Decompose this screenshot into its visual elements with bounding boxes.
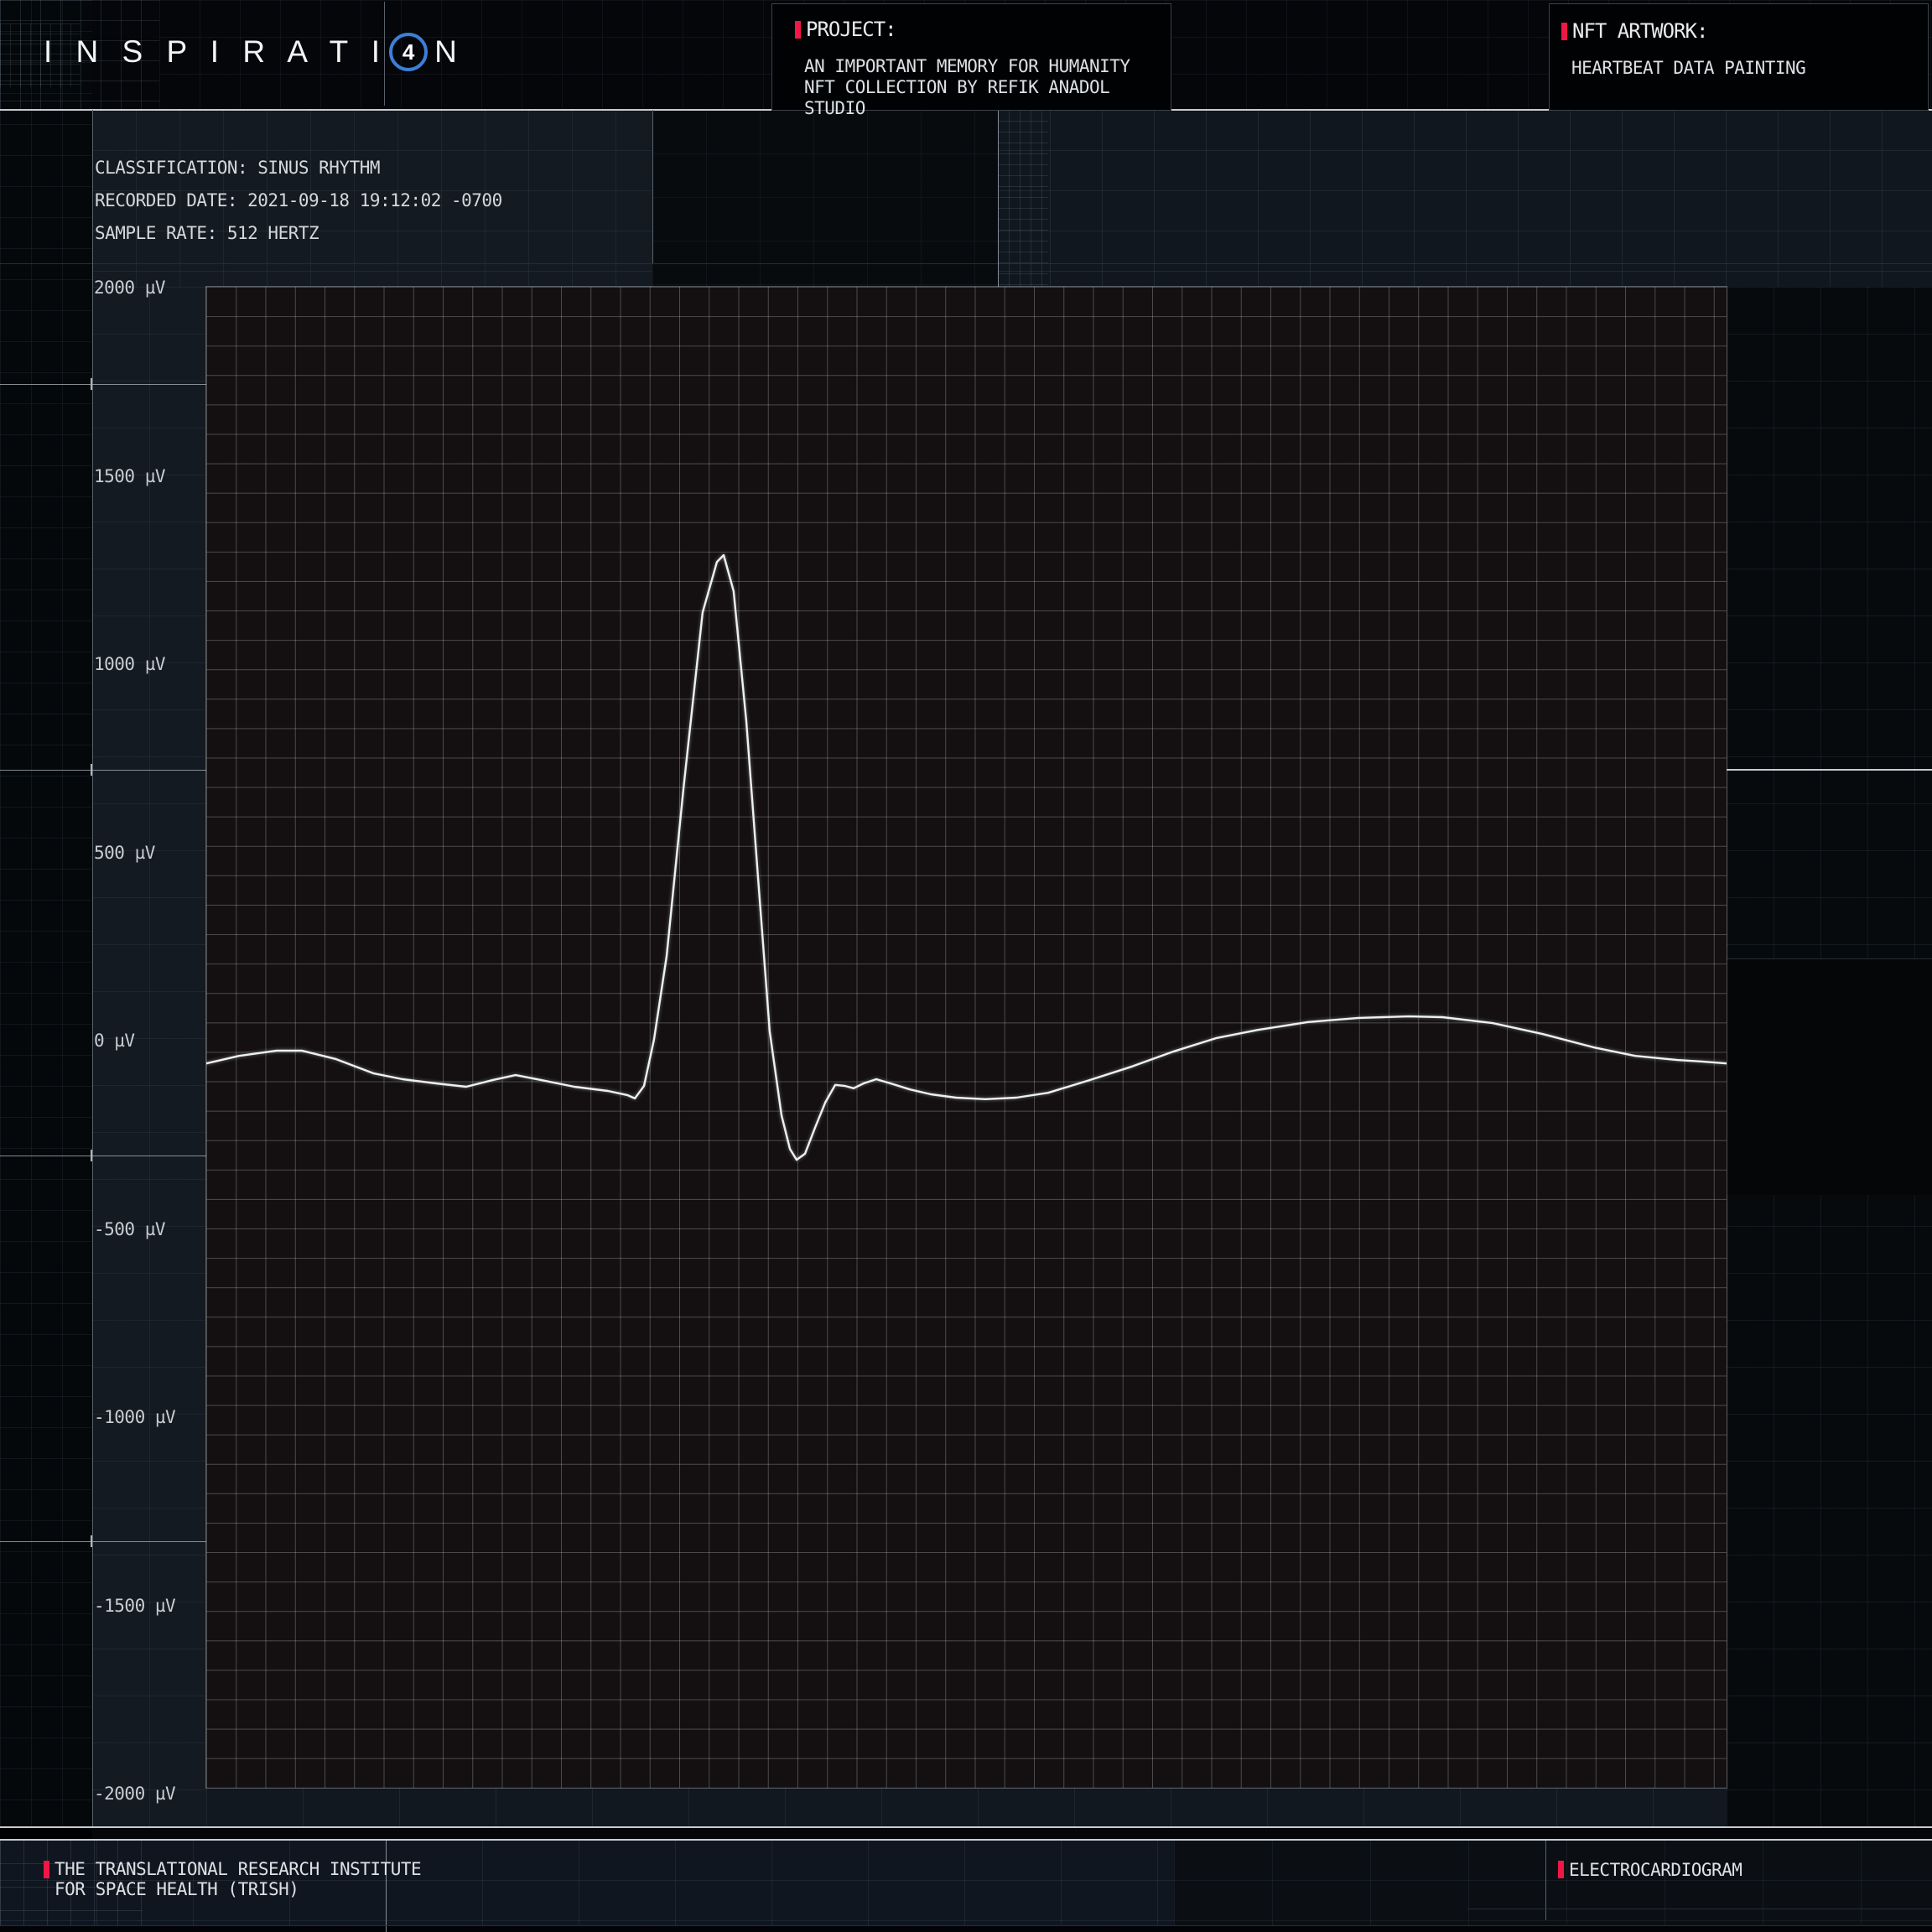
right-margin-line-1 <box>1727 769 1932 771</box>
left-grid-texture <box>0 0 92 1932</box>
red-marker-icon <box>44 1861 49 1878</box>
logo-text-pre: I N S P I R A T I <box>44 34 387 70</box>
below-chart-panel <box>206 1788 1727 1826</box>
y-axis-label: 2000 µV <box>94 278 165 298</box>
logo-circle-4: 4 <box>389 33 428 71</box>
classification-text: CLASSIFICATION: SINUS RHYTHM <box>95 157 502 190</box>
footer-right-block: ELECTROCARDIOGRAM <box>1558 1860 1742 1880</box>
artwork-header: NFT ARTWORK: <box>1561 19 1707 43</box>
red-marker-icon <box>795 21 801 39</box>
project-box: PROJECT: AN IMPORTANT MEMORY FOR HUMANIT… <box>771 3 1171 111</box>
ecg-trace-svg <box>206 287 1727 1788</box>
project-description: AN IMPORTANT MEMORY FOR HUMANITY NFT COL… <box>804 56 1171 119</box>
axis-tick-line <box>0 1541 206 1542</box>
project-label: PROJECT: <box>806 18 896 41</box>
bottom-edge-strip <box>0 1926 1932 1932</box>
bottom-faint-line <box>0 1925 1932 1926</box>
electrocardiogram-label: ELECTROCARDIOGRAM <box>1569 1860 1742 1880</box>
upper-right-dense-grid <box>998 110 1048 287</box>
axis-tick-cross-icon <box>91 378 92 390</box>
recording-metadata: CLASSIFICATION: SINUS RHYTHM RECORDED DA… <box>95 157 502 255</box>
axis-vertical-line <box>92 110 93 1826</box>
logo-text-post: N <box>434 34 465 70</box>
trish-line-2: FOR SPACE HEALTH (TRISH) <box>55 1879 421 1899</box>
y-axis-label: -500 µV <box>94 1219 165 1239</box>
right-margin-line-2 <box>1727 958 1932 959</box>
y-axis-label: -2000 µV <box>94 1784 175 1804</box>
inspiration4-logo: I N S P I R A T I 4 N <box>44 32 465 72</box>
y-axis-label: 1500 µV <box>94 466 165 486</box>
y-axis-label: 0 µV <box>94 1031 135 1051</box>
red-marker-icon <box>1561 23 1567 40</box>
upper-divider-line <box>0 263 1932 264</box>
upper-right-divider <box>998 110 999 287</box>
axis-tick-cross-icon <box>91 1535 92 1547</box>
axis-tick-cross-icon <box>91 1150 92 1161</box>
trish-credit: THE TRANSLATIONAL RESEARCH INSTITUTE FOR… <box>55 1859 421 1899</box>
y-axis-label: 1000 µV <box>94 654 165 674</box>
axis-tick-cross-icon <box>91 764 92 776</box>
recorded-date-text: RECORDED DATE: 2021-09-18 19:12:02 -0700 <box>95 190 502 222</box>
ecg-trace-path <box>206 555 1727 1160</box>
sample-rate-text: SAMPLE RATE: 512 HERTZ <box>95 222 502 255</box>
footer-right-panel <box>1174 1840 1932 1932</box>
artwork-box: NFT ARTWORK: HEARTBEAT DATA PAINTING <box>1549 3 1929 111</box>
footer-top-line <box>0 1826 1932 1828</box>
axis-tick-line <box>0 384 206 385</box>
project-header: PROJECT: <box>795 18 896 41</box>
pre-footer-band <box>0 1828 1932 1840</box>
artwork-label: NFT ARTWORK: <box>1572 19 1707 43</box>
y-axis-label: -1000 µV <box>94 1407 175 1427</box>
logo-circle-digit: 4 <box>402 39 414 65</box>
red-marker-icon <box>1558 1861 1564 1878</box>
trish-line-1: THE TRANSLATIONAL RESEARCH INSTITUTE <box>55 1859 421 1879</box>
upper-middle-panel <box>652 110 998 287</box>
footer-second-line <box>0 1839 1932 1841</box>
pre-footer-black-box <box>0 1828 92 1839</box>
axis-tick-line <box>0 770 206 771</box>
upper-right-panel <box>998 110 1932 287</box>
ecg-chart-area <box>206 287 1727 1788</box>
footer-left-block: THE TRANSLATIONAL RESEARCH INSTITUTE FOR… <box>44 1859 421 1899</box>
right-margin-dark-box <box>1727 959 1932 1195</box>
artwork-title: HEARTBEAT DATA PAINTING <box>1571 58 1805 79</box>
classification-panel-divider <box>652 110 653 263</box>
project-line-2: NFT COLLECTION BY REFIK ANADOL STUDIO <box>804 77 1171 119</box>
y-axis-label: 500 µV <box>94 843 155 863</box>
y-axis-label: -1500 µV <box>94 1596 175 1616</box>
artwork-canvas: I N S P I R A T I 4 N PROJECT: AN IMPORT… <box>0 0 1932 1932</box>
project-line-1: AN IMPORTANT MEMORY FOR HUMANITY <box>804 56 1171 77</box>
